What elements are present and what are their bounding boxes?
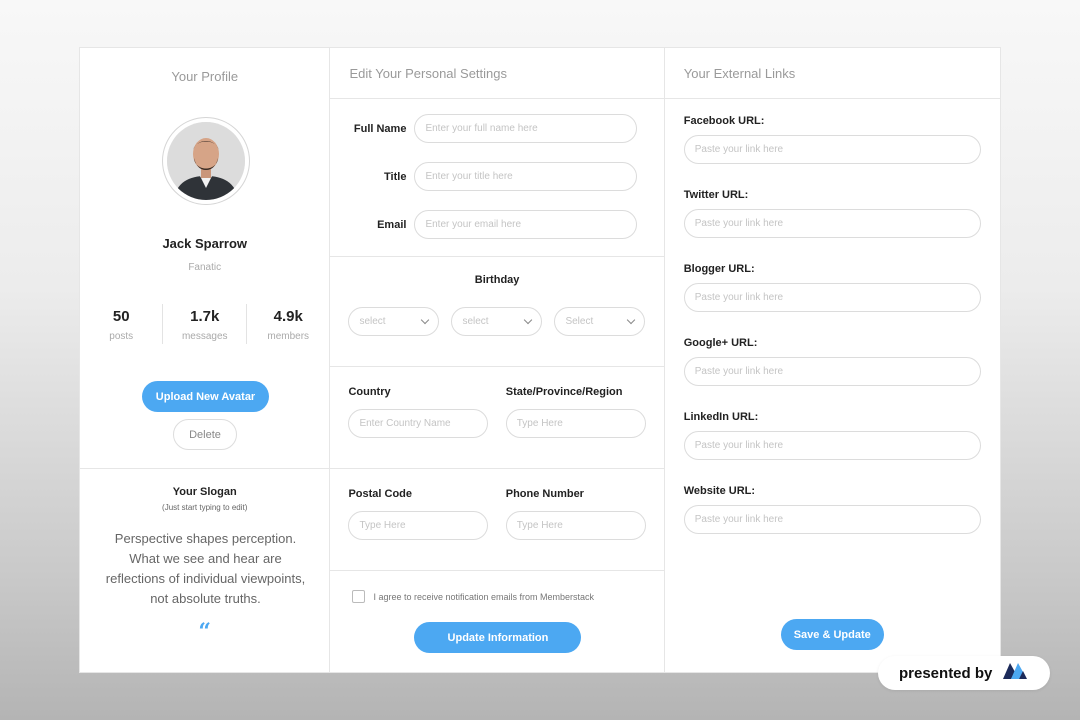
links-column: Your External Links Facebook URL: Twitte… <box>664 48 1000 672</box>
profile-heading: Your Profile <box>171 69 239 84</box>
upload-avatar-button[interactable]: Upload New Avatar <box>142 381 269 412</box>
personal-info-section: Full Name Title Email <box>330 99 664 257</box>
website-url-label: Website URL: <box>683 485 756 497</box>
stat-label: posts <box>109 331 134 342</box>
phone-input[interactable] <box>505 511 646 540</box>
twitter-url-input[interactable] <box>683 209 981 238</box>
presented-by-badge[interactable]: presented by <box>878 656 1050 690</box>
select-value: select <box>462 316 489 327</box>
chevron-down-icon <box>421 315 430 325</box>
twitter-link-field: Twitter URL: <box>683 189 981 238</box>
email-row: Email <box>330 210 663 239</box>
presented-by-label: presented by <box>899 664 993 682</box>
agreement-section: I agree to receive notification emails f… <box>330 571 663 673</box>
profile-stats: 50 posts 1.7k messages 4.9k members <box>80 304 329 344</box>
blogger-url-input[interactable] <box>683 283 981 312</box>
country-input[interactable] <box>348 409 489 438</box>
phone-label: Phone Number <box>505 488 584 500</box>
slogan-section: Your Slogan (Just start typing to edit) … <box>80 469 329 673</box>
contact-fields: Postal Code Phone Number <box>348 488 646 540</box>
googleplus-link-field: Google+ URL: <box>683 337 981 386</box>
quote-icon: “ <box>198 619 212 645</box>
postal-field: Postal Code <box>348 488 489 540</box>
agree-row: I agree to receive notification emails f… <box>352 590 594 603</box>
memberstack-logo-icon <box>1002 662 1028 685</box>
stat-label: messages <box>181 331 228 342</box>
slogan-text[interactable]: Perspective shapes perception. What we s… <box>98 529 313 609</box>
slogan-hint: (Just start typing to edit) <box>162 503 248 512</box>
stat-value: 1.7k <box>190 308 220 325</box>
profile-role: Fanatic <box>188 262 222 273</box>
select-value: Select <box>565 316 594 327</box>
profile-name: Jack Sparrow <box>162 236 247 251</box>
birthday-day-select[interactable]: select <box>451 307 543 336</box>
linkedin-url-label: LinkedIn URL: <box>683 411 759 423</box>
country-label: Country <box>348 386 391 398</box>
birthday-month-select[interactable]: select <box>348 307 440 336</box>
full-name-input[interactable] <box>414 114 638 143</box>
avatar-photo <box>167 122 245 200</box>
delete-avatar-button[interactable]: Delete <box>173 419 237 450</box>
birthday-label: Birthday <box>474 274 520 286</box>
facebook-link-field: Facebook URL: <box>683 115 981 164</box>
chevron-down-icon <box>524 315 533 325</box>
stat-posts: 50 posts <box>80 304 162 344</box>
profile-card: Your Profile Jack Sparrow Fanatic 50 pos… <box>79 47 1001 673</box>
state-field: State/Province/Region <box>505 386 646 438</box>
postal-input[interactable] <box>348 511 489 540</box>
settings-heading: Edit Your Personal Settings <box>330 48 664 99</box>
links-heading: Your External Links <box>664 48 1000 99</box>
stat-value: 50 <box>112 308 130 325</box>
googleplus-url-label: Google+ URL: <box>683 337 758 349</box>
website-url-input[interactable] <box>683 505 981 534</box>
birthday-selects: select select Select <box>348 307 646 336</box>
blogger-link-field: Blogger URL: <box>683 263 981 312</box>
title-label: Title <box>384 170 407 183</box>
avatar <box>162 117 250 205</box>
title-input[interactable] <box>414 162 638 191</box>
save-update-button[interactable]: Save & Update <box>780 619 884 650</box>
state-input[interactable] <box>505 409 646 438</box>
chevron-down-icon <box>627 315 636 325</box>
full-name-row: Full Name <box>330 114 663 143</box>
location-section: Country State/Province/Region <box>330 367 664 469</box>
title-row: Title <box>330 162 663 191</box>
update-information-button[interactable]: Update Information <box>414 622 582 653</box>
stat-value: 4.9k <box>273 308 303 325</box>
slogan-title: Your Slogan <box>172 486 237 498</box>
location-fields: Country State/Province/Region <box>348 386 646 438</box>
linkedin-url-input[interactable] <box>683 431 981 460</box>
facebook-url-input[interactable] <box>683 135 981 164</box>
postal-label: Postal Code <box>348 488 413 500</box>
website-link-field: Website URL: <box>683 485 981 534</box>
birthday-section: Birthday select select Select <box>330 257 664 367</box>
full-name-label: Full Name <box>353 122 407 135</box>
email-label: Email <box>377 218 407 231</box>
facebook-url-label: Facebook URL: <box>683 115 765 127</box>
profile-column: Your Profile Jack Sparrow Fanatic 50 pos… <box>80 48 331 673</box>
birthday-year-select[interactable]: Select <box>554 307 646 336</box>
agree-checkbox[interactable] <box>352 590 366 603</box>
linkedin-link-field: LinkedIn URL: <box>683 411 981 460</box>
phone-field: Phone Number <box>505 488 646 540</box>
email-input[interactable] <box>414 210 638 239</box>
settings-column: Edit Your Personal Settings Full Name Ti… <box>330 48 665 673</box>
contact-section: Postal Code Phone Number <box>330 469 664 571</box>
country-field: Country <box>348 386 489 438</box>
profile-summary: Your Profile Jack Sparrow Fanatic 50 pos… <box>80 48 330 469</box>
blogger-url-label: Blogger URL: <box>683 263 755 275</box>
select-value: select <box>359 316 386 327</box>
stat-messages: 1.7k messages <box>162 304 245 344</box>
agree-label: I agree to receive notification emails f… <box>373 591 595 602</box>
stat-members: 4.9k members <box>245 304 329 344</box>
state-label: State/Province/Region <box>505 386 623 398</box>
twitter-url-label: Twitter URL: <box>683 189 749 201</box>
stat-label: members <box>267 331 310 342</box>
googleplus-url-input[interactable] <box>683 357 981 386</box>
